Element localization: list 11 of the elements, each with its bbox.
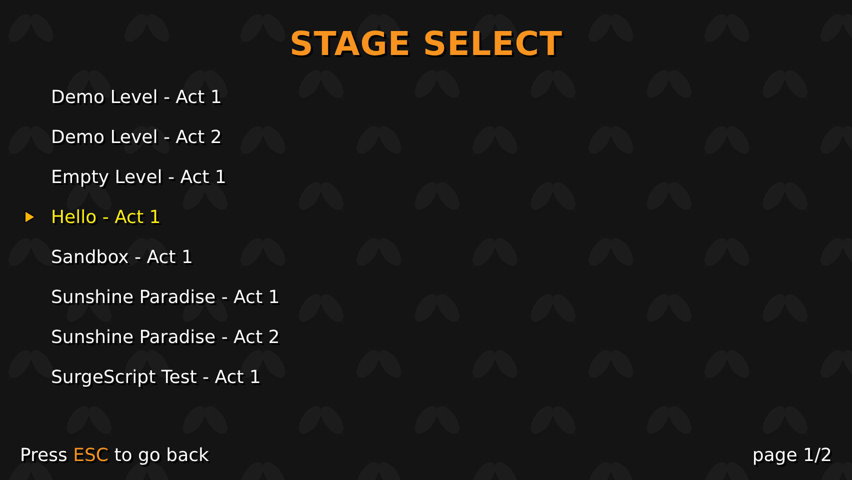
- screen-title: STAGE SELECT: [290, 24, 562, 63]
- stage-item[interactable]: Demo Level - Act 2: [51, 126, 222, 148]
- stage-item[interactable]: Hello - Act 1: [51, 206, 161, 228]
- stage-item[interactable]: SurgeScript Test - Act 1: [51, 366, 261, 388]
- page-indicator: page 1/2: [752, 445, 832, 466]
- stage-item[interactable]: Empty Level - Act 1: [51, 166, 226, 188]
- hint-text: Press ESC to go back: [20, 445, 209, 466]
- stage-item[interactable]: Sandbox - Act 1: [51, 246, 193, 268]
- stage-item[interactable]: Sunshine Paradise - Act 2: [51, 326, 280, 348]
- stage-item[interactable]: Demo Level - Act 1: [51, 86, 222, 108]
- stage-item[interactable]: Sunshine Paradise - Act 1: [51, 286, 280, 308]
